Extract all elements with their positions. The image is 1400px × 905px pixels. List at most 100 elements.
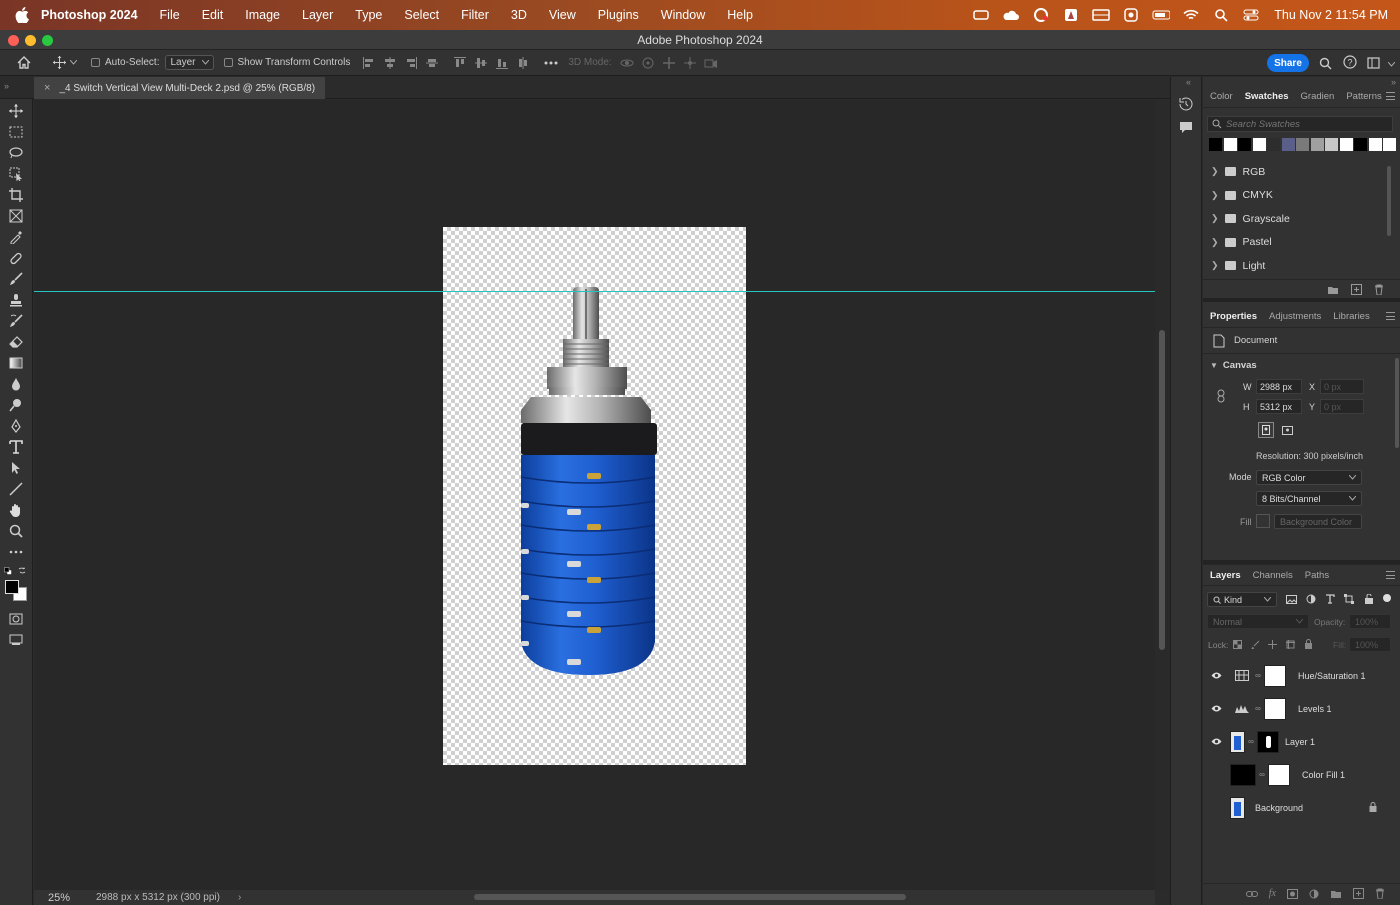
tab-layers[interactable]: Layers — [1210, 570, 1241, 581]
layer-name[interactable]: Color Fill 1 — [1302, 770, 1345, 780]
tab-swatches[interactable]: Swatches — [1245, 91, 1289, 102]
layer-mask-thumbnail[interactable] — [1268, 763, 1290, 786]
link-icon[interactable]: ∞ — [1247, 737, 1255, 746]
menu-edit[interactable]: Edit — [202, 8, 224, 22]
chevron-down-icon[interactable] — [69, 57, 77, 69]
canvas-section-header[interactable]: ▼ Canvas — [1203, 354, 1400, 376]
recent-swatch[interactable] — [1383, 138, 1396, 151]
recent-swatch[interactable] — [1354, 138, 1367, 151]
lock-image-icon[interactable] — [1250, 640, 1260, 652]
quick-mask-icon[interactable] — [8, 611, 24, 627]
menu-window[interactable]: Window — [661, 8, 705, 22]
filter-toggle-icon[interactable] — [1383, 594, 1391, 602]
align-right-icon[interactable] — [404, 56, 418, 69]
lock-transparent-icon[interactable] — [1233, 640, 1242, 652]
menu-help[interactable]: Help — [727, 8, 753, 22]
align-bottom-icon[interactable] — [495, 57, 509, 69]
home-icon[interactable] — [16, 56, 32, 69]
recent-swatch[interactable] — [1368, 138, 1382, 151]
battery-icon[interactable] — [1152, 8, 1171, 22]
layer-row-color-fill[interactable]: ∞ Color Fill 1 — [1203, 758, 1388, 791]
history-panel-icon[interactable] — [1179, 97, 1193, 114]
swatch-group-light[interactable]: ❯ Light — [1203, 254, 1400, 278]
control-center-icon[interactable] — [1242, 8, 1260, 22]
canvas-width-field[interactable]: 2988 px — [1256, 379, 1302, 394]
align-horizontal-center-icon[interactable] — [383, 56, 397, 69]
new-layer-icon[interactable] — [1353, 888, 1364, 899]
wifi-icon[interactable] — [1182, 8, 1200, 22]
close-tab-icon[interactable]: × — [44, 82, 50, 94]
swatch-group-rgb[interactable]: ❯ RGB — [1203, 160, 1400, 184]
fill-color-swatch[interactable] — [1256, 514, 1270, 528]
panel-menu-icon[interactable] — [1386, 571, 1395, 579]
3d-roll-icon[interactable] — [641, 57, 655, 69]
cloud-icon[interactable] — [1002, 8, 1020, 22]
comments-panel-icon[interactable] — [1179, 121, 1193, 138]
share-button[interactable]: Share — [1267, 54, 1309, 72]
workspace-chevron-icon[interactable] — [1387, 58, 1395, 70]
tab-adjustments[interactable]: Adjustments — [1269, 311, 1321, 322]
link-icon[interactable]: ∞ — [1258, 770, 1266, 779]
layer-thumbnail[interactable] — [1230, 730, 1245, 753]
move-tool-preset-icon[interactable] — [52, 56, 66, 69]
edit-toolbar-icon[interactable] — [8, 544, 24, 560]
dodge-tool-icon[interactable] — [8, 397, 24, 413]
layer-name[interactable]: Layer 1 — [1285, 737, 1315, 747]
align-top-icon[interactable] — [453, 56, 467, 69]
gradient-tool-icon[interactable] — [8, 355, 24, 371]
panel-menu-icon[interactable] — [1386, 312, 1395, 320]
crop-tool-icon[interactable] — [8, 187, 24, 203]
link-icon[interactable]: ∞ — [1254, 671, 1262, 680]
recent-swatch[interactable] — [1209, 138, 1222, 151]
layer-mask-thumbnail[interactable] — [1264, 697, 1286, 720]
screen-mode-icon[interactable] — [8, 632, 24, 648]
opacity-field[interactable]: 100% — [1349, 614, 1391, 629]
search-swatches-field[interactable] — [1207, 116, 1393, 132]
new-group-icon[interactable] — [1327, 285, 1339, 295]
add-mask-icon[interactable] — [1287, 888, 1298, 899]
visibility-eye-icon[interactable] — [1209, 672, 1223, 679]
recent-swatch[interactable] — [1252, 138, 1266, 151]
vertical-scroll-thumb[interactable] — [1159, 330, 1165, 650]
canvas-height-field[interactable]: 5312 px — [1256, 399, 1302, 414]
landscape-orientation-button[interactable] — [1279, 422, 1295, 438]
lasso-tool-icon[interactable] — [8, 145, 24, 161]
3d-slide-icon[interactable] — [683, 56, 697, 69]
filter-pixel-icon[interactable] — [1286, 595, 1297, 607]
marquee-tool-icon[interactable] — [8, 124, 24, 140]
layer-row-background[interactable]: Background — [1203, 791, 1388, 824]
tab-patterns[interactable]: Patterns — [1346, 91, 1381, 102]
swap-colors-icon[interactable] — [18, 566, 27, 575]
lock-all-icon[interactable] — [1304, 639, 1313, 652]
swatch-group-grayscale[interactable]: ❯ Grayscale — [1203, 207, 1400, 231]
menu-type[interactable]: Type — [355, 8, 382, 22]
apple-icon[interactable] — [15, 7, 29, 23]
link-icon[interactable]: ∞ — [1254, 704, 1262, 713]
vertical-scrollbar[interactable] — [1155, 100, 1170, 890]
menu-plugins[interactable]: Plugins — [598, 8, 639, 22]
visibility-eye-icon[interactable] — [1209, 738, 1223, 745]
layer-row-levels[interactable]: ∞ Levels 1 — [1203, 692, 1388, 725]
filter-shape-icon[interactable] — [1344, 594, 1354, 607]
zoom-level[interactable]: 25% — [48, 892, 96, 904]
visibility-toggle-empty[interactable] — [1209, 771, 1223, 778]
visibility-toggle-empty[interactable] — [1209, 804, 1223, 811]
default-colors-icon[interactable] — [4, 566, 12, 575]
path-selection-tool-icon[interactable] — [8, 460, 24, 476]
eraser-tool-icon[interactable] — [8, 334, 24, 350]
auto-select-checkbox[interactable]: Auto-Select: — [91, 57, 159, 68]
bit-depth-select[interactable]: 8 Bits/Channel — [1256, 491, 1362, 506]
recent-swatch[interactable] — [1238, 138, 1251, 151]
pen-tool-icon[interactable] — [8, 418, 24, 434]
distribute-vertical-icon[interactable] — [516, 56, 530, 69]
workspace-icon[interactable] — [1366, 57, 1380, 69]
history-brush-tool-icon[interactable] — [8, 313, 24, 329]
filter-smart-object-icon[interactable] — [1364, 593, 1374, 607]
recent-swatch[interactable] — [1325, 138, 1338, 151]
filter-type-icon[interactable] — [1325, 594, 1335, 607]
search-swatches-input[interactable] — [1226, 118, 1386, 130]
filter-adjustment-icon[interactable] — [1306, 594, 1316, 607]
document-canvas[interactable] — [443, 227, 746, 765]
auto-select-target-select[interactable]: Layer — [165, 55, 214, 70]
tab-properties[interactable]: Properties — [1210, 311, 1257, 322]
